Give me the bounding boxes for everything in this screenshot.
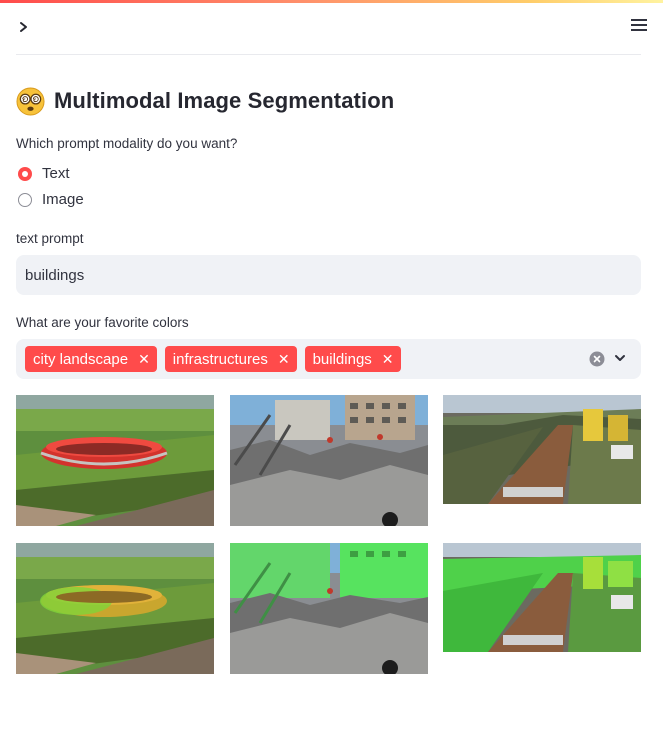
radio-option-text[interactable]: Text [18,165,70,182]
hamburger-menu-icon[interactable] [630,17,648,33]
clear-all-icon[interactable] [589,351,605,367]
remove-tag-icon[interactable]: ✕ [382,352,394,366]
colors-label: What are your favorite colors [16,315,189,330]
radio-label-text: Text [42,165,70,182]
gallery-mask-flooded-street[interactable] [443,543,641,652]
page-title-row: Multimodal Image Segmentation [16,86,394,116]
gallery-image-flooded-street[interactable] [443,395,641,504]
text-prompt-input[interactable]: buildings [16,255,641,295]
text-prompt-value[interactable]: buildings [25,267,84,284]
chevron-down-icon[interactable] [614,352,626,364]
tag-city-landscape[interactable]: city landscape ✕ [25,346,157,372]
radio-unselected-icon[interactable] [18,192,32,207]
radio-option-image[interactable]: Image [18,191,84,208]
face-with-spiral-eyes-icon [16,86,45,116]
gallery-image-rubble[interactable] [230,395,428,526]
tag-label: buildings [312,350,372,368]
gallery-image-stadium[interactable] [16,395,214,526]
modality-label: Which prompt modality do you want? [16,136,238,151]
tag-label: city landscape [33,350,129,368]
remove-tag-icon[interactable]: ✕ [278,352,290,366]
tag-buildings[interactable]: buildings ✕ [304,346,401,372]
gallery-mask-rubble[interactable] [230,543,428,674]
page-title: Multimodal Image Segmentation [54,88,395,113]
chevron-right-icon[interactable] [17,18,31,36]
tag-infrastructures[interactable]: infrastructures ✕ [164,346,297,372]
remove-tag-icon[interactable]: ✕ [138,352,150,366]
tag-label: infrastructures [172,350,268,368]
radio-label-image: Image [42,191,84,208]
header-accent-bar [0,0,663,3]
text-prompt-label: text prompt [16,231,84,246]
header-divider [16,54,641,55]
colors-multiselect[interactable]: city landscape ✕ infrastructures ✕ build… [16,339,641,379]
gallery-mask-stadium[interactable] [16,543,214,674]
radio-selected-icon[interactable] [18,166,32,181]
